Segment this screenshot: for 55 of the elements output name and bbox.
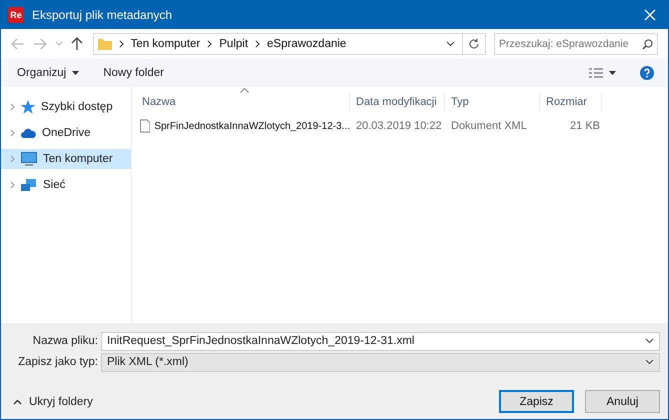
sidebar-item[interactable]: Szybki dostęp xyxy=(1,97,131,117)
help-icon[interactable] xyxy=(640,66,654,80)
field-label: Nazwa pliku: xyxy=(32,335,99,347)
search-icon xyxy=(642,38,653,50)
search-field[interactable]: Przeszukaj: eSprawozdanie xyxy=(494,33,658,55)
breadcrumb[interactable]: Pulpit xyxy=(219,38,248,50)
file-name[interactable]: SprFinJednostkaInnaWZlotych_2019-12-3... xyxy=(154,120,350,132)
caret-icon xyxy=(72,71,80,75)
close-icon[interactable] xyxy=(644,9,656,21)
new-folder-button[interactable]: Nowy folder xyxy=(103,67,164,79)
column-header[interactable]: Typ xyxy=(445,93,540,111)
hide-folders-button[interactable]: Ukryj foldery xyxy=(13,396,93,408)
network-icon xyxy=(21,178,37,192)
address-bar[interactable]: Ten komputer Pulpit eSprawozdanie xyxy=(92,33,486,55)
breadcrumb[interactable]: Ten komputer xyxy=(130,38,200,50)
monitor-icon xyxy=(21,152,37,166)
expand-icon[interactable] xyxy=(10,129,15,137)
breadcrumb[interactable]: eSprawozdanie xyxy=(267,38,346,50)
cloud-icon xyxy=(21,128,36,138)
forward-icon[interactable] xyxy=(32,38,47,50)
folder-icon xyxy=(98,37,112,51)
chevron-icon xyxy=(118,40,124,48)
field-label: Zapisz jako typ: xyxy=(17,356,99,368)
sidebar-item[interactable]: Sieć xyxy=(1,175,131,195)
app-icon: Re xyxy=(8,7,24,23)
star-icon xyxy=(21,100,35,114)
table-cell-text: 20.03.2019 10:22 xyxy=(355,120,443,132)
caret-icon xyxy=(13,398,22,404)
file-icon xyxy=(140,119,150,133)
view-icon[interactable] xyxy=(589,68,603,78)
column-header[interactable]: Rozmiar xyxy=(540,93,602,111)
organize-menu[interactable]: Organizuj xyxy=(17,67,66,79)
cancel-button[interactable]: Anuluj xyxy=(585,390,660,413)
sort-icon xyxy=(240,88,249,93)
chevron-icon xyxy=(255,40,260,48)
filename-field[interactable]: InitRequest_SprFinJednostkaInnaWZlotych_2019-12-31.xml xyxy=(101,332,660,350)
chevron-icon xyxy=(207,40,212,48)
table-cell-text: 21 KB xyxy=(569,120,601,132)
dropdown-icon xyxy=(645,359,654,365)
expand-icon[interactable] xyxy=(10,181,15,189)
dropdown-icon[interactable] xyxy=(446,41,455,47)
save-button[interactable]: Zapisz xyxy=(499,390,574,413)
back-icon[interactable] xyxy=(11,38,25,50)
file-type-dropdown[interactable]: Plik XML (*.xml) xyxy=(101,352,660,372)
column-header[interactable]: Data modyfikacji xyxy=(350,93,445,111)
caret-icon[interactable] xyxy=(609,71,616,75)
expand-icon[interactable] xyxy=(10,103,15,111)
column-header[interactable]: Nazwa xyxy=(136,93,350,111)
expand-icon[interactable] xyxy=(10,155,15,163)
sidebar-item[interactable]: Ten komputer xyxy=(1,149,131,169)
sidebar-item[interactable]: OneDrive xyxy=(1,123,131,143)
window-title: Eksportuj plik metadanych xyxy=(32,8,174,22)
up-icon[interactable] xyxy=(70,37,83,51)
table-cell-text: Dokument XML xyxy=(450,120,528,132)
dropdown-icon[interactable] xyxy=(645,338,654,344)
